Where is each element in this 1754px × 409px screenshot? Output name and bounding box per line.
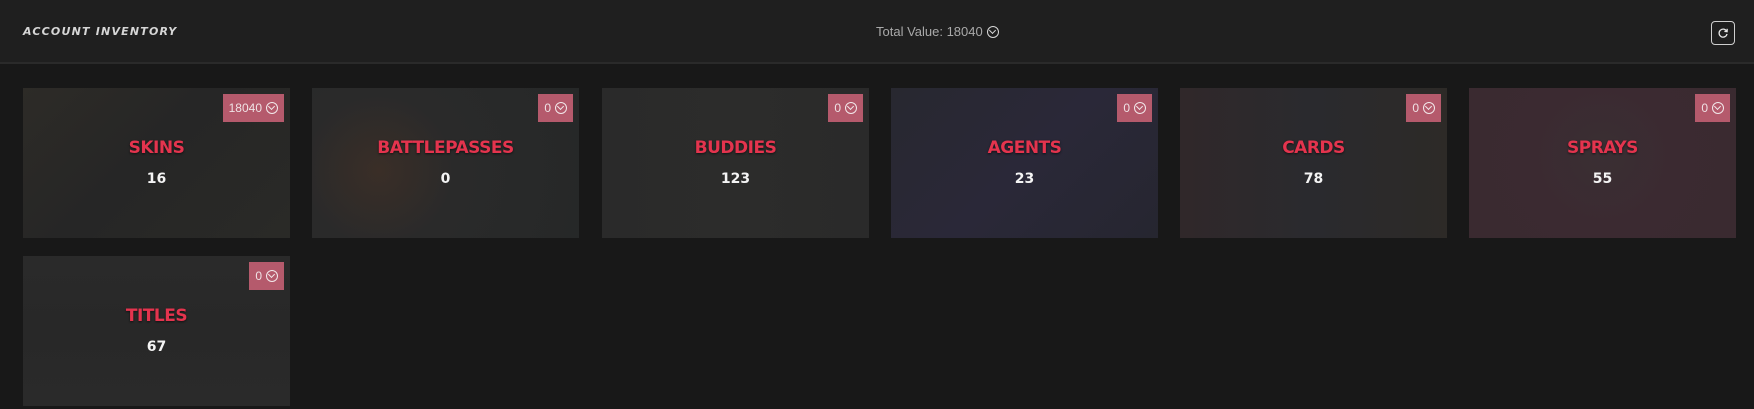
value-badge: 0 xyxy=(1117,94,1152,122)
inventory-card-titles[interactable]: 0 TITLES 67 xyxy=(23,256,290,406)
card-title: CARDS xyxy=(1282,138,1345,158)
card-count: 0 xyxy=(440,171,451,187)
value-badge-label: 18040 xyxy=(228,101,262,115)
inventory-card-skins[interactable]: 18040 SKINS 16 xyxy=(23,88,290,238)
card-count: 55 xyxy=(1592,171,1613,187)
card-title: SKINS xyxy=(128,138,185,158)
vp-currency-icon xyxy=(1712,102,1724,114)
value-badge: 0 xyxy=(828,94,863,122)
inventory-card-sprays[interactable]: 0 SPRAYS 55 xyxy=(1469,88,1736,238)
value-badge: 0 xyxy=(1406,94,1441,122)
card-title: BUDDIES xyxy=(694,138,777,158)
card-title: SPRAYS xyxy=(1567,138,1638,158)
value-badge: 0 xyxy=(1695,94,1730,122)
inventory-card-agents[interactable]: 0 AGENTS 23 xyxy=(891,88,1158,238)
value-badge: 0 xyxy=(249,262,284,290)
value-badge: 18040 xyxy=(222,94,284,122)
vp-currency-icon xyxy=(1134,102,1146,114)
inventory-card-battlepasses[interactable]: 0 BATTLEPASSES 0 xyxy=(312,88,579,238)
total-value-label: Total Value: 18040 xyxy=(876,24,983,39)
card-count: 23 xyxy=(1014,171,1035,187)
value-badge-label: 0 xyxy=(1123,101,1130,115)
vp-currency-icon xyxy=(266,270,278,282)
total-value: Total Value: 18040 xyxy=(876,24,999,39)
value-badge-label: 0 xyxy=(1701,101,1708,115)
inventory-header: ACCOUNT INVENTORY Total Value: 18040 xyxy=(0,0,1754,64)
card-title: TITLES xyxy=(125,306,188,326)
card-count: 16 xyxy=(146,171,167,187)
refresh-icon xyxy=(1718,28,1728,38)
vp-currency-icon xyxy=(1423,102,1435,114)
vp-currency-icon xyxy=(845,102,857,114)
value-badge: 0 xyxy=(538,94,573,122)
inventory-card-cards[interactable]: 0 CARDS 78 xyxy=(1180,88,1447,238)
value-badge-label: 0 xyxy=(255,269,262,283)
value-badge-label: 0 xyxy=(834,101,841,115)
refresh-button[interactable] xyxy=(1711,21,1735,45)
inventory-card-buddies[interactable]: 0 BUDDIES 123 xyxy=(602,88,869,238)
page-title: ACCOUNT INVENTORY xyxy=(23,25,178,38)
card-title: AGENTS xyxy=(987,138,1062,158)
value-badge-label: 0 xyxy=(544,101,551,115)
value-badge-label: 0 xyxy=(1412,101,1419,115)
card-count: 78 xyxy=(1303,171,1324,187)
card-count: 123 xyxy=(720,171,751,187)
vp-currency-icon xyxy=(986,25,999,38)
card-count: 67 xyxy=(146,339,167,355)
card-title: BATTLEPASSES xyxy=(377,138,514,158)
vp-currency-icon xyxy=(266,102,278,114)
vp-currency-icon xyxy=(555,102,567,114)
